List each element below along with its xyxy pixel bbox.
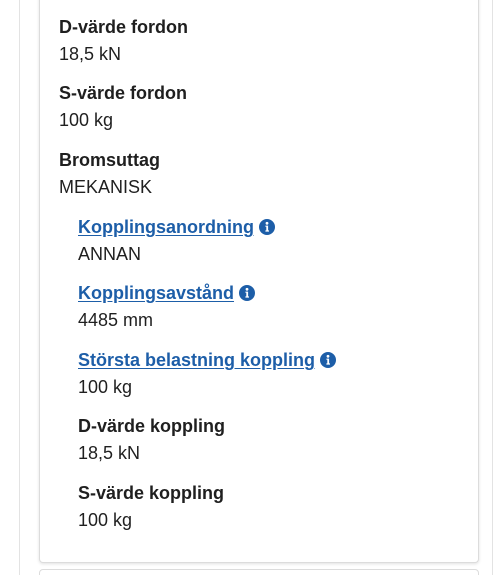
field-label: Bromsuttag xyxy=(59,150,161,170)
page: D-värde fordon 18,5 kN S-värde fordon 10… xyxy=(0,0,496,575)
field-s-value-vehicle: S-värde fordon 100 kg xyxy=(59,81,187,132)
field-value: 100 kg xyxy=(78,377,133,397)
field-value: 4485 mm xyxy=(78,310,154,330)
field-value: 18,5 kN xyxy=(59,44,122,64)
next-card-edge xyxy=(39,569,479,575)
field-label: S-värde koppling xyxy=(78,483,225,503)
field-label: D-värde koppling xyxy=(78,416,226,436)
field-s-value-coupling: S-värde koppling 100 kg xyxy=(78,481,224,532)
field-label-row: Kopplingsanordning xyxy=(78,215,275,239)
field-label-row: Kopplingsavstånd xyxy=(78,281,256,305)
max-coupling-load-link[interactable]: Största belastning koppling xyxy=(78,348,315,372)
field-coupling-device: Kopplingsanordning ANNAN xyxy=(78,215,275,266)
coupling-device-link[interactable]: Kopplingsanordning xyxy=(78,215,254,239)
field-value: 100 kg xyxy=(78,510,133,530)
coupling-distance-link[interactable]: Kopplingsavstånd xyxy=(78,281,234,305)
field-coupling-distance: Kopplingsavstånd 4485 mm xyxy=(78,281,256,332)
field-d-value-vehicle: D-värde fordon 18,5 kN xyxy=(59,15,188,66)
field-value: 18,5 kN xyxy=(78,443,141,463)
field-label-row: Största belastning koppling xyxy=(78,348,337,372)
field-value: MEKANISK xyxy=(59,177,153,197)
field-value: 100 kg xyxy=(59,110,114,130)
left-divider xyxy=(19,0,20,575)
field-label: S-värde fordon xyxy=(59,83,188,103)
field-d-value-coupling: D-värde koppling 18,5 kN xyxy=(78,414,225,465)
info-circle-icon[interactable] xyxy=(239,285,256,301)
field-max-coupling-load: Största belastning koppling 100 kg xyxy=(78,348,337,399)
info-circle-icon[interactable] xyxy=(320,352,337,368)
right-divider xyxy=(492,0,493,575)
field-label: D-värde fordon xyxy=(59,17,189,37)
info-circle-icon[interactable] xyxy=(258,219,275,235)
field-value: ANNAN xyxy=(78,244,142,264)
field-brake-outlet: Bromsuttag MEKANISK xyxy=(59,148,160,199)
